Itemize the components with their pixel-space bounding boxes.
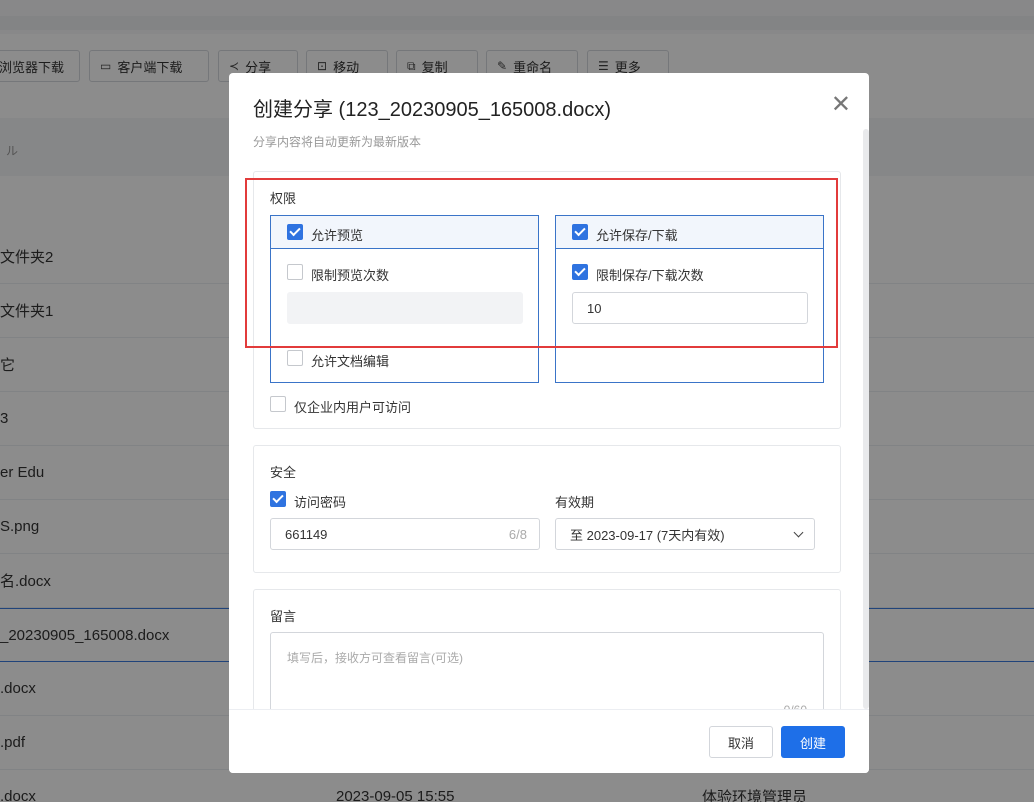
dialog-subtitle: 分享内容将自动更新为最新版本 bbox=[253, 135, 422, 149]
access-password-input[interactable]: 661149 6/8 bbox=[270, 518, 540, 550]
dialog-footer: 取消 创建 bbox=[229, 709, 869, 773]
security-section: 安全 访问密码 661149 6/8 有效期 至 2023-09-17 (7天内… bbox=[253, 445, 841, 573]
password-char-count: 6/8 bbox=[508, 526, 527, 542]
validity-label: 有效期 bbox=[555, 495, 595, 510]
enterprise-only-checkbox[interactable] bbox=[270, 396, 286, 412]
allow-edit-label: 允许文档编辑 bbox=[311, 354, 390, 369]
access-password-checkbox[interactable] bbox=[270, 491, 286, 507]
highlight-box bbox=[245, 178, 838, 348]
access-password-label: 访问密码 bbox=[294, 495, 347, 510]
enterprise-only-label: 仅企业内用户可访问 bbox=[294, 400, 412, 415]
dialog-title: 创建分享 (123_20230905_165008.docx) bbox=[253, 99, 612, 121]
dialog-scrollbar[interactable] bbox=[863, 129, 869, 709]
security-title: 安全 bbox=[270, 465, 297, 480]
create-button[interactable]: 创建 bbox=[781, 726, 845, 758]
close-icon[interactable]: ✕ bbox=[831, 93, 851, 117]
allow-edit-checkbox[interactable] bbox=[287, 350, 303, 366]
message-title: 留言 bbox=[270, 609, 297, 624]
cancel-button[interactable]: 取消 bbox=[709, 726, 773, 758]
validity-select[interactable]: 至 2023-09-17 (7天内有效) bbox=[555, 518, 815, 550]
chevron-down-icon bbox=[793, 527, 804, 538]
